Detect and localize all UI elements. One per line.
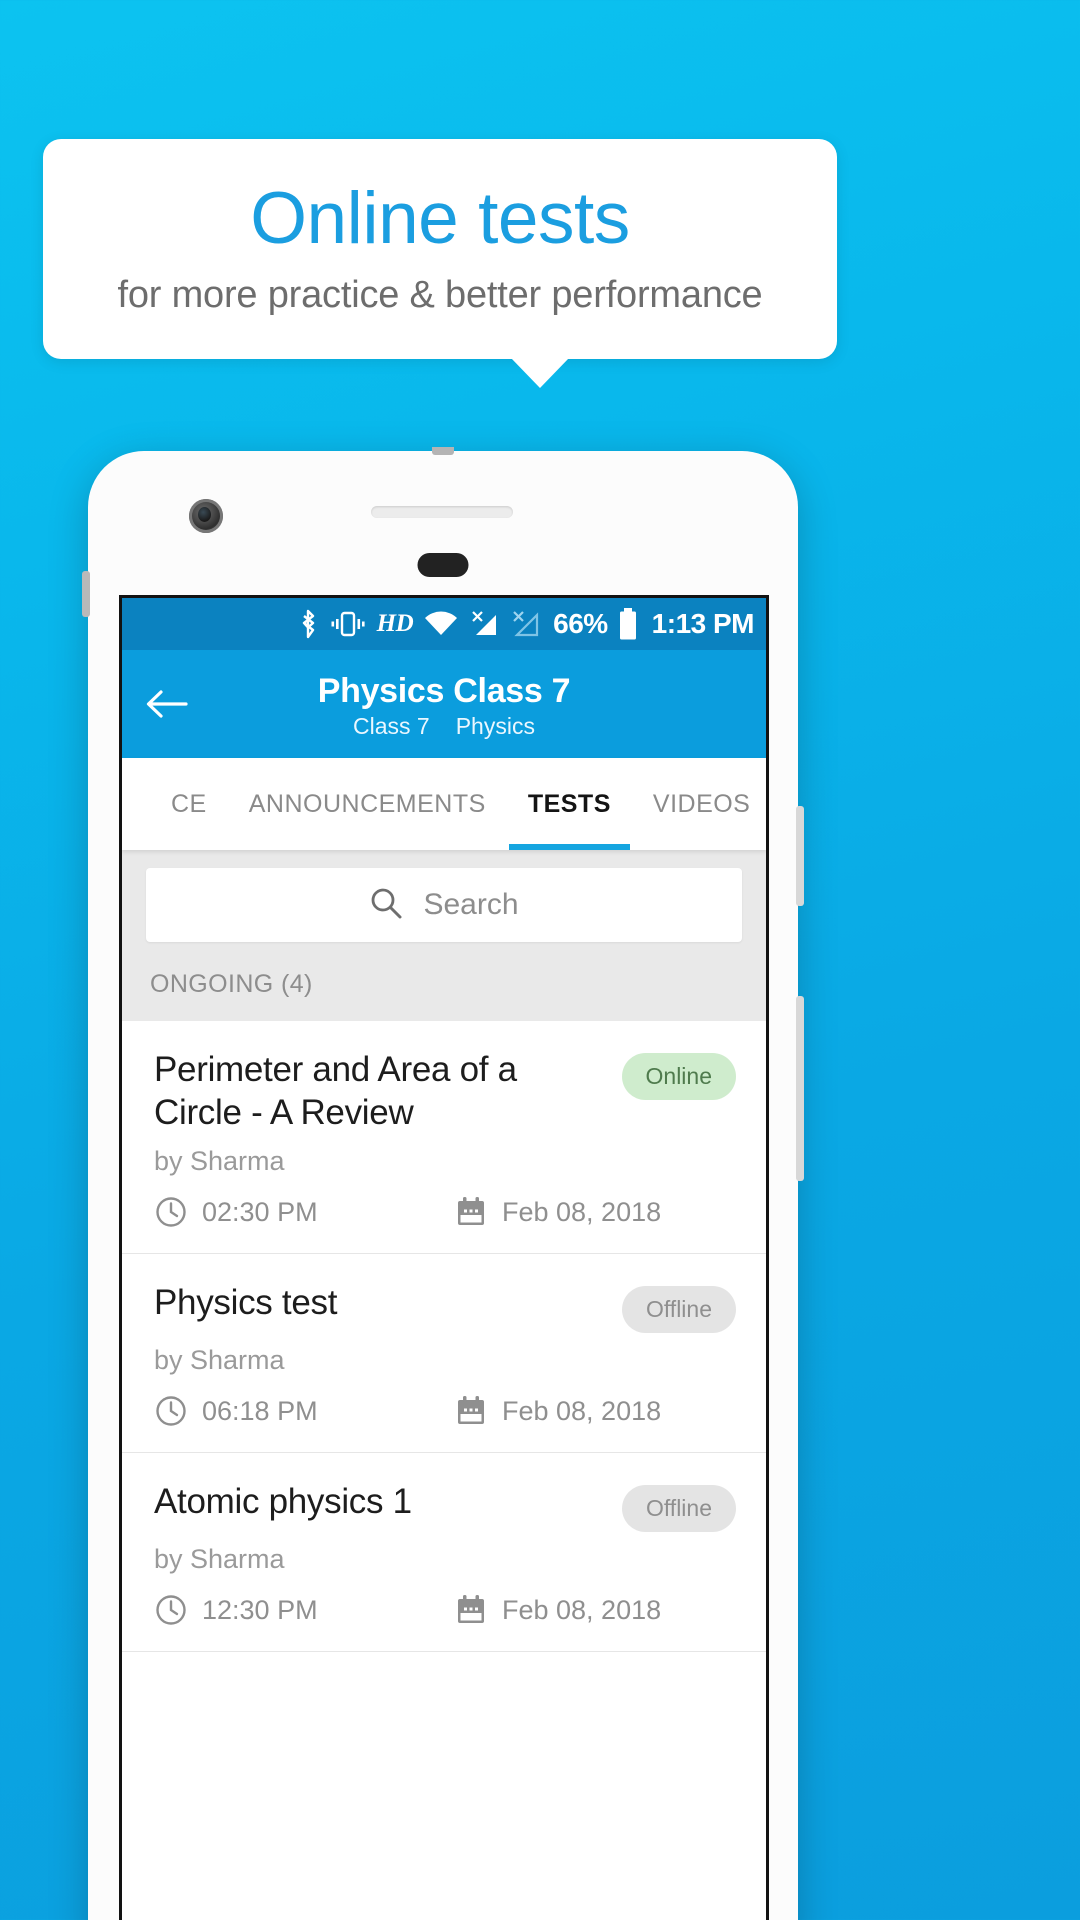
- test-time-label: 12:30 PM: [202, 1594, 318, 1625]
- search-input[interactable]: Search: [146, 868, 742, 942]
- page-title: Physics Class 7: [317, 671, 571, 710]
- test-meta: 02:30 PM Feb 08, 2018: [154, 1195, 736, 1229]
- tests-list: Perimeter and Area of a Circle - A Revie…: [122, 1021, 766, 1653]
- calendar-icon: [454, 1394, 488, 1428]
- promo-bubble: Online tests for more practice & better …: [43, 139, 837, 359]
- search-placeholder: Search: [423, 888, 519, 921]
- promo-subtitle: for more practice & better performance: [117, 273, 763, 316]
- test-time: 06:18 PM: [154, 1394, 454, 1428]
- phone-screen: HD 66% 1:13 PM Physics Class 7 Class 7 P…: [119, 595, 769, 1920]
- section-header-ongoing: ONGOING (4): [122, 960, 766, 1021]
- test-date-label: Feb 08, 2018: [502, 1196, 662, 1227]
- test-time: 02:30 PM: [154, 1195, 454, 1229]
- phone-device: HD 66% 1:13 PM Physics Class 7 Class 7 P…: [82, 447, 804, 1920]
- table-row[interactable]: Atomic physics 1 Offline by Sharma 12:30…: [122, 1453, 766, 1653]
- test-author: by Sharma: [154, 1544, 285, 1575]
- test-date: Feb 08, 2018: [454, 1195, 661, 1229]
- test-time-label: 06:18 PM: [202, 1395, 318, 1426]
- clock-icon: [154, 1593, 188, 1627]
- proximity-sensor: [417, 553, 469, 577]
- breadcrumb-subject: Physics: [455, 713, 535, 740]
- battery-percent-label: 66%: [553, 608, 608, 639]
- test-title: Perimeter and Area of a Circle - A Revie…: [154, 1050, 517, 1132]
- signal-no-sim-2-icon: [510, 609, 540, 639]
- test-date-label: Feb 08, 2018: [502, 1594, 662, 1625]
- test-title: Atomic physics 1: [154, 1482, 412, 1522]
- tab-tests[interactable]: TESTS: [507, 758, 632, 850]
- status-bar-clock: 1:13 PM: [651, 608, 755, 639]
- calendar-icon: [454, 1593, 488, 1627]
- app-bar: Physics Class 7 Class 7 Physics: [122, 650, 766, 758]
- phone-antenna-notch: [432, 447, 454, 455]
- test-author: by Sharma: [154, 1146, 285, 1177]
- test-author: by Sharma: [154, 1345, 285, 1376]
- test-title: Physics test: [154, 1283, 338, 1323]
- battery-icon: [619, 608, 637, 640]
- phone-volume-button: [796, 996, 804, 1181]
- card-header: Physics test Offline: [154, 1282, 736, 1334]
- test-date: Feb 08, 2018: [454, 1394, 661, 1428]
- wifi-icon: [424, 609, 458, 639]
- calendar-icon: [454, 1195, 488, 1229]
- bluetooth-icon: [299, 609, 319, 639]
- test-time-label: 02:30 PM: [202, 1196, 318, 1227]
- test-date-label: Feb 08, 2018: [502, 1395, 662, 1426]
- tab-videos[interactable]: VIDEOS: [632, 758, 766, 850]
- search-icon: [369, 886, 403, 925]
- card-header: Atomic physics 1 Offline: [154, 1481, 736, 1533]
- test-date: Feb 08, 2018: [454, 1593, 661, 1627]
- search-section: Search: [122, 850, 766, 960]
- status-badge: Offline: [621, 1286, 736, 1334]
- breadcrumb-class: Class 7: [353, 713, 430, 740]
- back-arrow-icon[interactable]: [144, 681, 190, 727]
- earpiece-speaker: [371, 506, 513, 518]
- android-status-bar: HD 66% 1:13 PM: [122, 598, 766, 650]
- signal-no-sim-1-icon: [469, 609, 499, 639]
- table-row[interactable]: Physics test Offline by Sharma 06:18 PM: [122, 1254, 766, 1454]
- status-badge: Offline: [621, 1485, 736, 1533]
- status-badge: Online: [621, 1053, 736, 1100]
- vibrate-icon: [330, 609, 366, 639]
- promo-bubble-tail: [511, 358, 569, 388]
- breadcrumb: Class 7 Physics: [353, 713, 535, 740]
- tab-ce[interactable]: CE: [150, 758, 228, 850]
- tab-bar: CE ANNOUNCEMENTS TESTS VIDEOS: [122, 758, 766, 850]
- hd-icon: HD: [376, 610, 414, 637]
- promo-title: Online tests: [250, 178, 630, 260]
- phone-side-button-left: [82, 571, 90, 617]
- test-meta: 06:18 PM Feb 08, 2018: [154, 1394, 736, 1428]
- test-meta: 12:30 PM Feb 08, 2018: [154, 1593, 736, 1627]
- phone-power-button: [796, 806, 804, 906]
- table-row[interactable]: Perimeter and Area of a Circle - A Revie…: [122, 1021, 766, 1255]
- clock-icon: [154, 1394, 188, 1428]
- card-header: Perimeter and Area of a Circle - A Revie…: [154, 1049, 736, 1134]
- front-camera-icon: [189, 499, 223, 533]
- clock-icon: [154, 1195, 188, 1229]
- tab-announcements[interactable]: ANNOUNCEMENTS: [228, 758, 507, 850]
- test-time: 12:30 PM: [154, 1593, 454, 1627]
